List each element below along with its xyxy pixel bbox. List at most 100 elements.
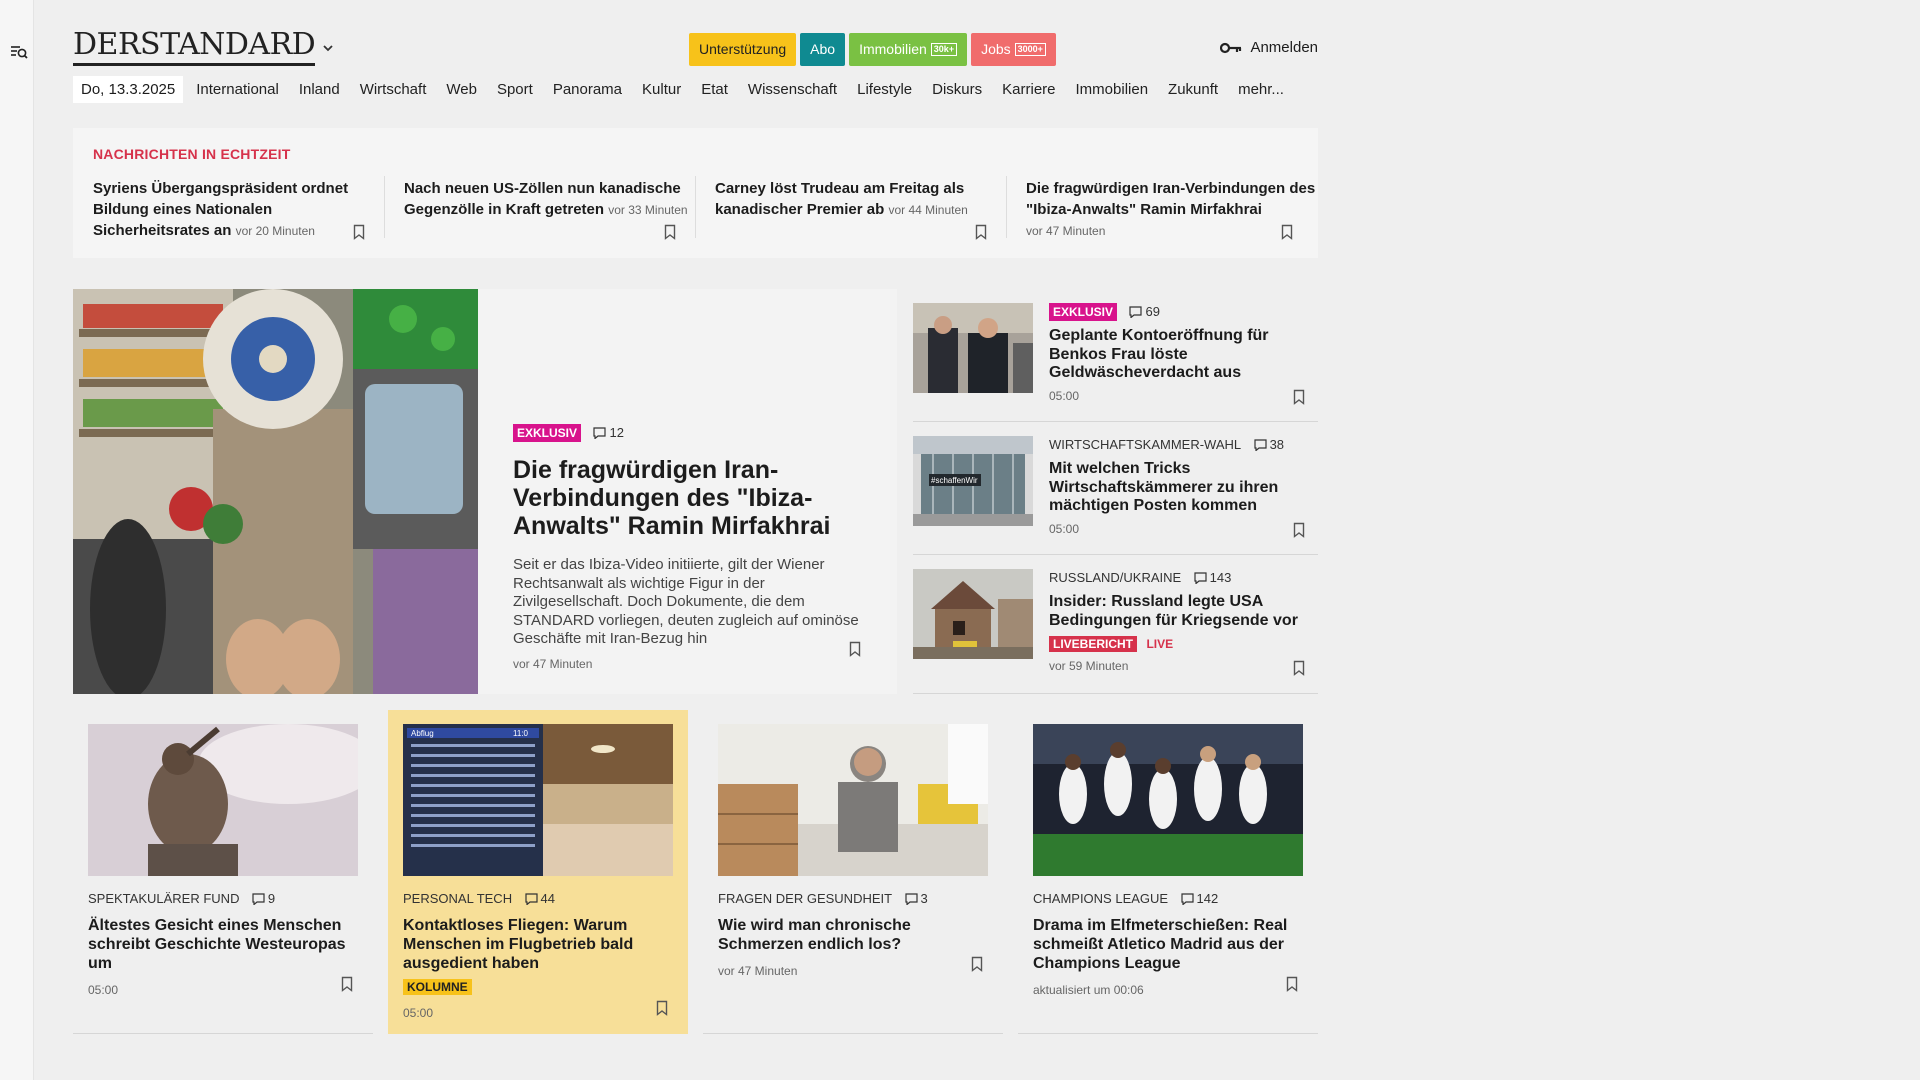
comment-count[interactable]: 69	[1129, 304, 1160, 320]
ticker-time: vor 33 Minuten	[608, 203, 688, 217]
bookmark-icon[interactable]	[664, 224, 676, 240]
ticker-time: vor 47 Minuten	[1026, 224, 1106, 238]
comment-icon	[904, 893, 918, 905]
bookmark-icon[interactable]	[975, 224, 987, 240]
comment-count-value: 3	[920, 891, 928, 907]
card-title[interactable]: Wie wird man chronische Schmerzen endlic…	[718, 916, 988, 954]
bookmark-icon[interactable]	[656, 1000, 668, 1016]
nav-item-lifestyle[interactable]: Lifestyle	[857, 81, 912, 98]
nav-item-panorama[interactable]: Panorama	[553, 81, 622, 98]
article-image[interactable]: Abflug 11:0	[403, 724, 673, 876]
comment-count-value: 12	[609, 425, 624, 441]
bookmark-icon[interactable]	[971, 956, 983, 972]
bookmark-icon[interactable]	[1293, 660, 1305, 676]
jobs-button[interactable]: Jobs 3000+	[971, 33, 1056, 66]
comment-icon	[1180, 893, 1194, 905]
nav-item-inland[interactable]: Inland	[299, 81, 340, 98]
hero-article[interactable]: EXKLUSIV 12 Die fragwürdigen Iran-Verbin…	[73, 289, 897, 694]
article-image[interactable]	[88, 724, 358, 876]
bookmark-icon[interactable]	[1293, 522, 1305, 538]
article-card[interactable]: Abflug 11:0 PERSONAL TECH 44 Kontaktlose…	[388, 710, 688, 1034]
immobilien-button[interactable]: Immobilien 30k+	[849, 33, 968, 66]
card-time: 05:00	[88, 983, 119, 997]
article-image[interactable]	[1033, 724, 1303, 876]
article-card[interactable]: SPEKTAKULÄRER FUND 9 Ältestes Gesicht ei…	[73, 710, 373, 1034]
ticker-title: Die fragwürdigen Iran-Verbindungen des "…	[1026, 180, 1316, 218]
hero-image[interactable]	[73, 289, 478, 694]
article-card[interactable]: CHAMPIONS LEAGUE 142 Drama im Elfmetersc…	[1018, 710, 1318, 1034]
main-nav: Do, 13.3.2025 International Inland Wirts…	[73, 76, 1304, 103]
article-card[interactable]: FRAGEN DER GESUNDHEIT 3 Wie wird man chr…	[703, 710, 1003, 1034]
ticker-item[interactable]: Syriens Übergangspräsident ordnet Bildun…	[93, 178, 383, 242]
comment-count[interactable]: 44	[524, 891, 555, 906]
card-title[interactable]: Kontaktloses Fliegen: Warum Menschen im …	[403, 916, 673, 973]
side-title[interactable]: Geplante Kontoeröffnung für Benkos Frau …	[1049, 327, 1304, 383]
hero-lead: Seit er das Ibiza-Video initiierte, gilt…	[513, 556, 859, 647]
bookmark-icon[interactable]	[1286, 976, 1298, 992]
comment-count[interactable]: 12	[593, 425, 624, 441]
site-logo[interactable]: DERSTANDARD	[73, 28, 316, 66]
nav-item-kultur[interactable]: Kultur	[642, 81, 681, 98]
comment-count[interactable]: 143	[1194, 570, 1231, 585]
ticker-time: vor 20 Minuten	[235, 224, 315, 238]
bookmark-icon[interactable]	[1281, 224, 1293, 240]
nav-item-zukunft[interactable]: Zukunft	[1168, 81, 1218, 98]
comment-icon	[1253, 439, 1267, 451]
photo-image: #schaffenWir	[913, 436, 1033, 526]
ticker-item[interactable]: Carney löst Trudeau am Freitag als kanad…	[715, 178, 1005, 242]
bookmark-icon[interactable]	[341, 976, 353, 992]
hero-title[interactable]: Die fragwürdigen Iran-Verbindungen des "…	[513, 456, 873, 540]
nav-item-diskurs[interactable]: Diskurs	[932, 81, 982, 98]
card-time: aktualisiert um 00:06	[1033, 983, 1144, 997]
bookmark-icon[interactable]	[849, 641, 861, 657]
menu-search-icon[interactable]	[10, 44, 28, 60]
nav-item-immobilien[interactable]: Immobilien	[1076, 81, 1149, 98]
hero-time: vor 47 Minuten	[513, 656, 593, 671]
side-article[interactable]: RUSSLAND/UKRAINE 143 Insider: Russland l…	[913, 555, 1318, 694]
support-button[interactable]: Unterstützung	[689, 33, 797, 66]
photo-image	[1033, 724, 1303, 876]
side-article[interactable]: EXKLUSIV 69 Geplante Kontoeröffnung für …	[913, 289, 1318, 422]
card-title[interactable]: Ältestes Gesicht eines Menschen schreibt…	[88, 916, 358, 973]
comment-icon	[593, 427, 607, 439]
side-time: 05:00	[1049, 388, 1080, 403]
nav-item-international[interactable]: International	[196, 81, 279, 98]
left-rail	[0, 0, 34, 1080]
photo-image	[913, 303, 1033, 393]
article-image[interactable]	[718, 724, 988, 876]
article-image[interactable]: #schaffenWir	[913, 436, 1033, 526]
comment-count-value: 38	[1269, 437, 1285, 453]
nav-item-etat[interactable]: Etat	[701, 81, 728, 98]
bookmark-icon[interactable]	[1293, 389, 1305, 405]
side-title[interactable]: Mit welchen Tricks Wirtschaftskämmerer z…	[1049, 460, 1304, 516]
nav-item-wissenschaft[interactable]: Wissenschaft	[748, 81, 837, 98]
side-article[interactable]: #schaffenWir WIRTSCHAFTSKAMMER-WAHL 38 M…	[913, 422, 1318, 555]
photo-image	[718, 724, 988, 876]
chevron-down-icon[interactable]	[321, 41, 335, 55]
ticker-item[interactable]: Nach neuen US-Zöllen nun kanadische Gege…	[404, 178, 694, 242]
comment-count[interactable]: 3	[904, 891, 928, 907]
card-time: 05:00	[403, 1006, 434, 1020]
nav-item-karriere[interactable]: Karriere	[1002, 81, 1055, 98]
card-title[interactable]: Drama im Elfmeterschießen: Real schmeißt…	[1033, 916, 1303, 973]
nav-item-wirtschaft[interactable]: Wirtschaft	[360, 81, 427, 98]
bookmark-icon[interactable]	[353, 224, 365, 240]
article-image[interactable]	[913, 569, 1033, 659]
comment-count[interactable]: 142	[1180, 891, 1218, 906]
comment-count-value: 69	[1145, 304, 1160, 320]
count-badge: 3000+	[1014, 43, 1046, 56]
nav-item-web[interactable]: Web	[446, 81, 477, 98]
side-title[interactable]: Insider: Russland legte USA Bedingungen …	[1049, 593, 1304, 630]
abo-button[interactable]: Abo	[800, 33, 846, 66]
comment-count[interactable]: 9	[252, 891, 275, 906]
ticker-item[interactable]: Die fragwürdigen Iran-Verbindungen des "…	[1026, 178, 1316, 242]
nav-item-mehr[interactable]: mehr...	[1238, 81, 1284, 98]
article-image[interactable]	[913, 303, 1033, 393]
comment-count[interactable]: 38	[1253, 437, 1285, 453]
side-time: vor 59 Minuten	[1049, 659, 1129, 673]
login-button[interactable]: Anmelden	[1220, 39, 1318, 56]
side-text: WIRTSCHAFTSKAMMER-WAHL 38 Mit welchen Tr…	[1049, 436, 1304, 536]
kolumne-badge: KOLUMNE	[403, 979, 472, 995]
card-text: PERSONAL TECH 44 Kontaktloses Fliegen: W…	[403, 890, 673, 1020]
nav-item-sport[interactable]: Sport	[497, 81, 533, 98]
